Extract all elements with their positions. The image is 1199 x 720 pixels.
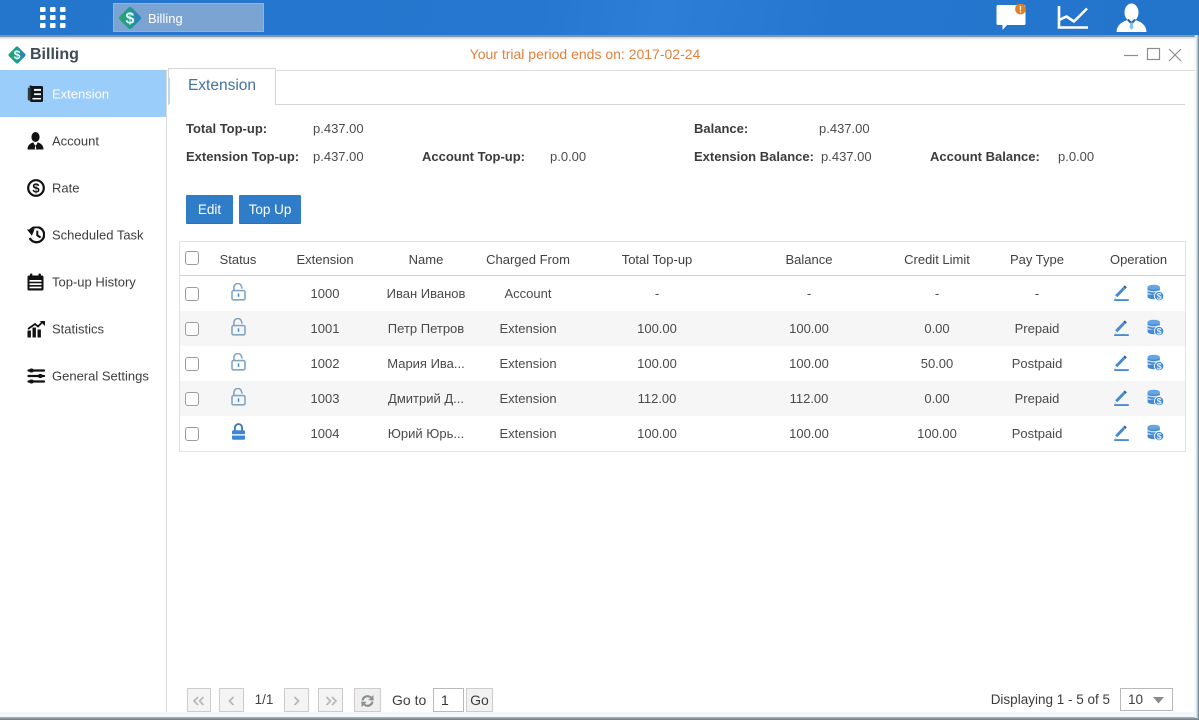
svg-text:!: ! [1019,5,1022,15]
svg-text:$: $ [14,48,21,62]
svg-text:$: $ [1157,361,1162,371]
svg-text:$: $ [1157,396,1162,406]
svg-text:$: $ [1157,431,1162,441]
svg-text:$: $ [126,11,135,28]
svg-text:$: $ [1157,326,1162,336]
svg-text:$: $ [32,180,40,195]
svg-text:$: $ [1157,291,1162,301]
